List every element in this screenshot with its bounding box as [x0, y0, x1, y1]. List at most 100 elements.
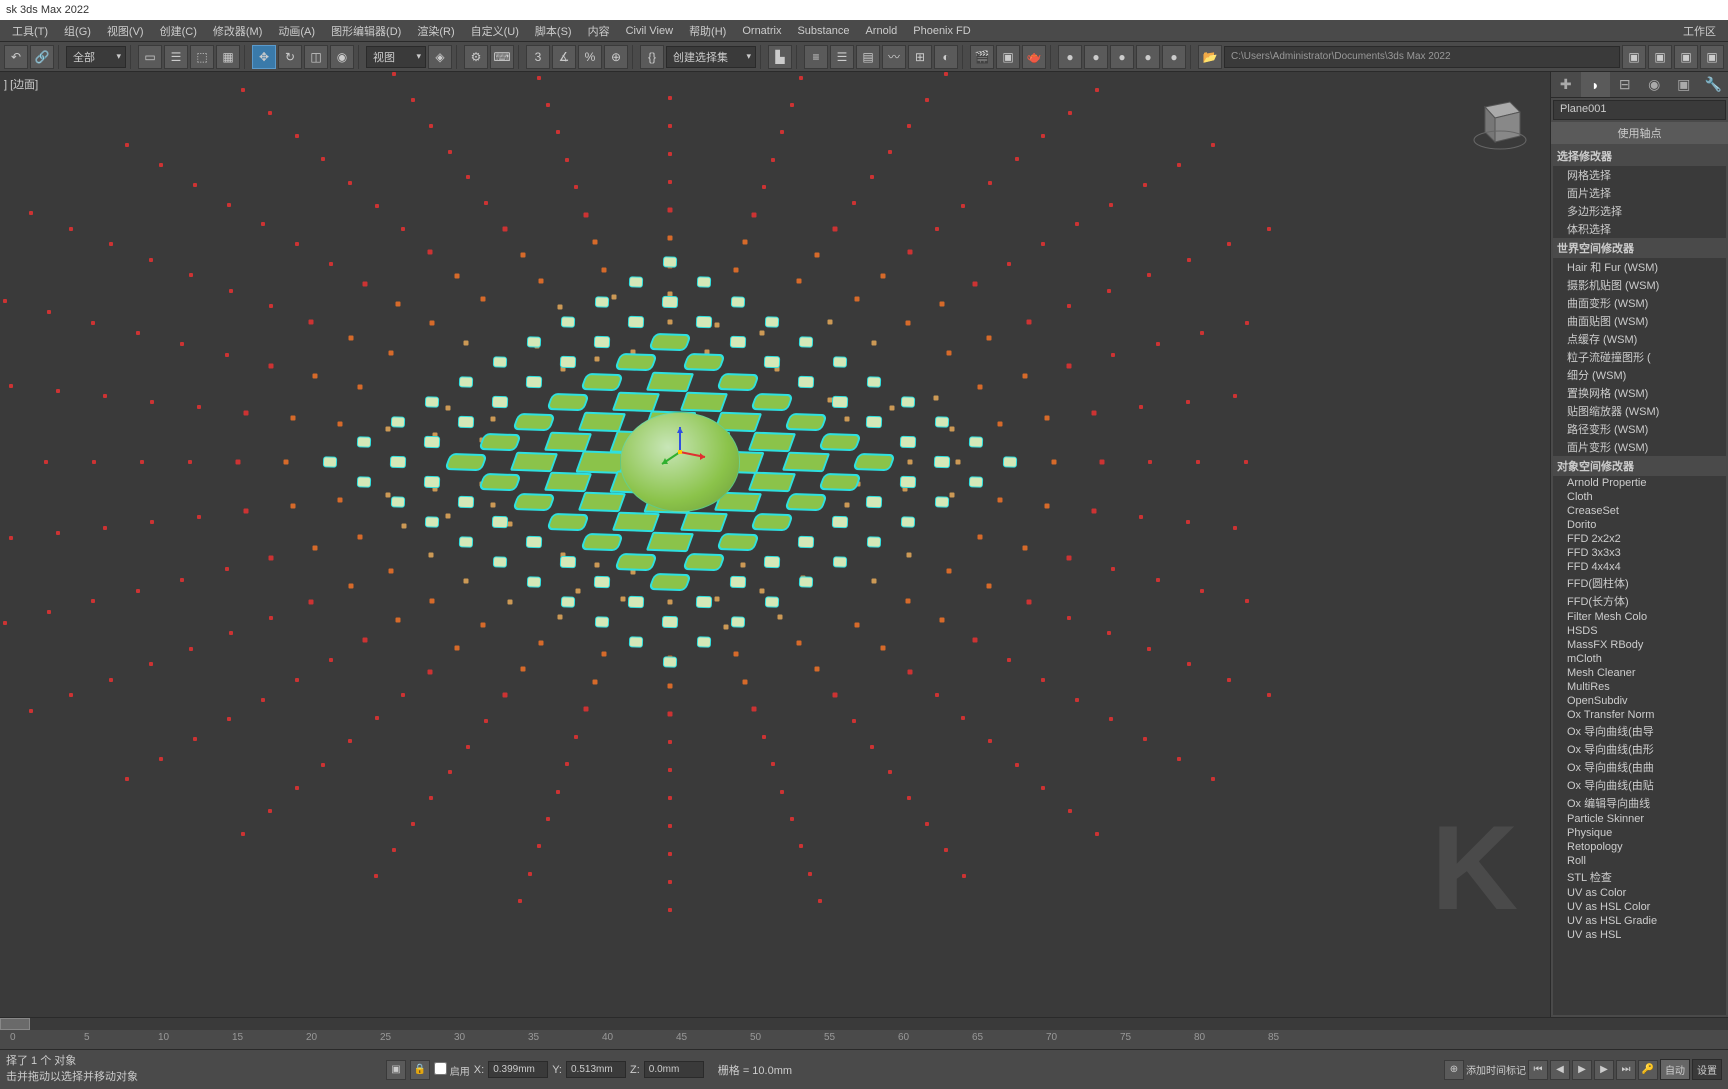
- selection-filter-combo[interactable]: 全部: [66, 46, 126, 68]
- menu-8[interactable]: 自定义(U): [463, 21, 527, 41]
- undo-button[interactable]: ↶: [4, 45, 28, 69]
- isolate-button[interactable]: ▣: [386, 1060, 406, 1080]
- modifier-item[interactable]: 曲面贴图 (WSM): [1553, 312, 1726, 330]
- project-path[interactable]: C:\Users\Administrator\Documents\3ds Max…: [1224, 46, 1620, 68]
- pivot-section-header[interactable]: 使用轴点: [1551, 122, 1728, 144]
- keyboard-shortcut-button[interactable]: ⌨: [490, 45, 514, 69]
- window-crossing-button[interactable]: ▦: [216, 45, 240, 69]
- modifier-item[interactable]: Dorito: [1553, 518, 1726, 532]
- xref-button[interactable]: ▣: [1622, 45, 1646, 69]
- modifier-item[interactable]: UV as HSL Color: [1553, 900, 1726, 914]
- manipulate-button[interactable]: ⚙: [464, 45, 488, 69]
- modifier-item[interactable]: Arnold Propertie: [1553, 476, 1726, 490]
- menu-12[interactable]: 帮助(H): [681, 21, 734, 41]
- rect-select-button[interactable]: ⬚: [190, 45, 214, 69]
- modifier-list[interactable]: 选择修改器网格选择面片选择多边形选择体积选择世界空间修改器Hair 和 Fur …: [1553, 146, 1726, 1015]
- select-name-button[interactable]: ☰: [164, 45, 188, 69]
- tool-b-button[interactable]: ●: [1084, 45, 1108, 69]
- selection-lock-button[interactable]: 🔒: [410, 1060, 430, 1080]
- modifier-item[interactable]: Hair 和 Fur (WSM): [1553, 258, 1726, 276]
- modifier-item[interactable]: 网格选择: [1553, 166, 1726, 184]
- percent-snap-button[interactable]: %: [578, 45, 602, 69]
- hierarchy-tab[interactable]: ⊟: [1610, 72, 1640, 97]
- motion-tab[interactable]: ◉: [1640, 72, 1670, 97]
- modifier-item[interactable]: Ox Transfer Norm: [1553, 708, 1726, 722]
- toggle-ribbon-button[interactable]: ▤: [856, 45, 880, 69]
- modifier-item[interactable]: MassFX RBody: [1553, 638, 1726, 652]
- display-tab[interactable]: ▣: [1669, 72, 1699, 97]
- goto-start-button[interactable]: ⏮: [1528, 1060, 1548, 1080]
- time-slider-handle[interactable]: [0, 1018, 30, 1030]
- menu-6[interactable]: 图形编辑器(D): [323, 21, 409, 41]
- modifier-item[interactable]: HSDS: [1553, 624, 1726, 638]
- menu-0[interactable]: 工具(T): [4, 21, 56, 41]
- modifier-item[interactable]: Ox 导向曲线(由导: [1553, 722, 1726, 740]
- modifier-item[interactable]: FFD 4x4x4: [1553, 560, 1726, 574]
- layer-explorer-button[interactable]: ☰: [830, 45, 854, 69]
- tool-c-button[interactable]: ●: [1110, 45, 1134, 69]
- ref-coord-combo[interactable]: 视图: [366, 46, 426, 68]
- link-button[interactable]: 🔗: [30, 45, 54, 69]
- modifier-item[interactable]: Retopology: [1553, 840, 1726, 854]
- select-button[interactable]: ▭: [138, 45, 162, 69]
- play-button[interactable]: ▶: [1572, 1060, 1592, 1080]
- enable-checkbox[interactable]: [434, 1062, 447, 1075]
- auto-key-button[interactable]: 自动: [1660, 1059, 1690, 1080]
- modifier-item[interactable]: FFD(圆柱体): [1553, 574, 1726, 592]
- snap-toggle-button[interactable]: 3: [526, 45, 550, 69]
- menu-15[interactable]: Arnold: [857, 23, 905, 39]
- menu-9[interactable]: 脚本(S): [527, 21, 580, 41]
- coord-x-field[interactable]: 0.399mm: [488, 1061, 548, 1078]
- menu-13[interactable]: Ornatrix: [734, 23, 789, 39]
- menu-14[interactable]: Substance: [789, 23, 857, 39]
- modifier-item[interactable]: UV as HSL Gradie: [1553, 914, 1726, 928]
- modifier-item[interactable]: UV as Color: [1553, 886, 1726, 900]
- tool-e-button[interactable]: ●: [1162, 45, 1186, 69]
- spinner-snap-button[interactable]: ⊕: [604, 45, 628, 69]
- object-name-field[interactable]: Plane001: [1553, 100, 1726, 120]
- set-key-button[interactable]: 设置: [1692, 1059, 1722, 1080]
- xref3-button[interactable]: ▣: [1674, 45, 1698, 69]
- menu-11[interactable]: Civil View: [618, 23, 681, 39]
- modifier-item[interactable]: Particle Skinner: [1553, 812, 1726, 826]
- menu-2[interactable]: 视图(V): [99, 21, 152, 41]
- pivot-center-button[interactable]: ◈: [428, 45, 452, 69]
- modifier-item[interactable]: 路径变形 (WSM): [1553, 420, 1726, 438]
- modifier-item[interactable]: OpenSubdiv: [1553, 694, 1726, 708]
- open-folder-button[interactable]: 📂: [1198, 45, 1222, 69]
- modifier-item[interactable]: 摄影机贴图 (WSM): [1553, 276, 1726, 294]
- modifier-item[interactable]: 面片变形 (WSM): [1553, 438, 1726, 456]
- modifier-item[interactable]: Ox 导向曲线(由曲: [1553, 758, 1726, 776]
- align-button[interactable]: ≡: [804, 45, 828, 69]
- menu-16[interactable]: Phoenix FD: [905, 23, 978, 39]
- next-frame-button[interactable]: ▶: [1594, 1060, 1614, 1080]
- modifier-item[interactable]: FFD 3x3x3: [1553, 546, 1726, 560]
- goto-end-button[interactable]: ⏭: [1616, 1060, 1636, 1080]
- material-editor-button[interactable]: ◐: [934, 45, 958, 69]
- modifier-item[interactable]: FFD(长方体): [1553, 592, 1726, 610]
- scale-button[interactable]: ◫: [304, 45, 328, 69]
- modifier-item[interactable]: 多边形选择: [1553, 202, 1726, 220]
- modifier-item[interactable]: Ox 导向曲线(由贴: [1553, 776, 1726, 794]
- prev-frame-button[interactable]: ◀: [1550, 1060, 1570, 1080]
- add-time-tag[interactable]: 添加时间标记: [1466, 1062, 1526, 1077]
- viewcube[interactable]: [1470, 92, 1530, 152]
- viewport-perspective[interactable]: ] [边面] K: [0, 72, 1550, 1017]
- named-selset-combo[interactable]: 创建选择集: [666, 46, 756, 68]
- rendered-frame-button[interactable]: ▣: [996, 45, 1020, 69]
- schematic-view-button[interactable]: ⊞: [908, 45, 932, 69]
- modifier-item[interactable]: 粒子流碰撞图形 (: [1553, 348, 1726, 366]
- modifier-item[interactable]: Mesh Cleaner: [1553, 666, 1726, 680]
- menu-4[interactable]: 修改器(M): [205, 21, 271, 41]
- tool-d-button[interactable]: ●: [1136, 45, 1160, 69]
- move-button[interactable]: ✥: [252, 45, 276, 69]
- modifier-item[interactable]: Cloth: [1553, 490, 1726, 504]
- edit-selset-button[interactable]: {}: [640, 45, 664, 69]
- modifier-item[interactable]: 体积选择: [1553, 220, 1726, 238]
- render-setup-button[interactable]: 🎬: [970, 45, 994, 69]
- placement-button[interactable]: ◉: [330, 45, 354, 69]
- modifier-item[interactable]: 贴图缩放器 (WSM): [1553, 402, 1726, 420]
- modifier-item[interactable]: Ox 导向曲线(由形: [1553, 740, 1726, 758]
- modifier-item[interactable]: Ox 编辑导向曲线: [1553, 794, 1726, 812]
- xref4-button[interactable]: ▣: [1700, 45, 1724, 69]
